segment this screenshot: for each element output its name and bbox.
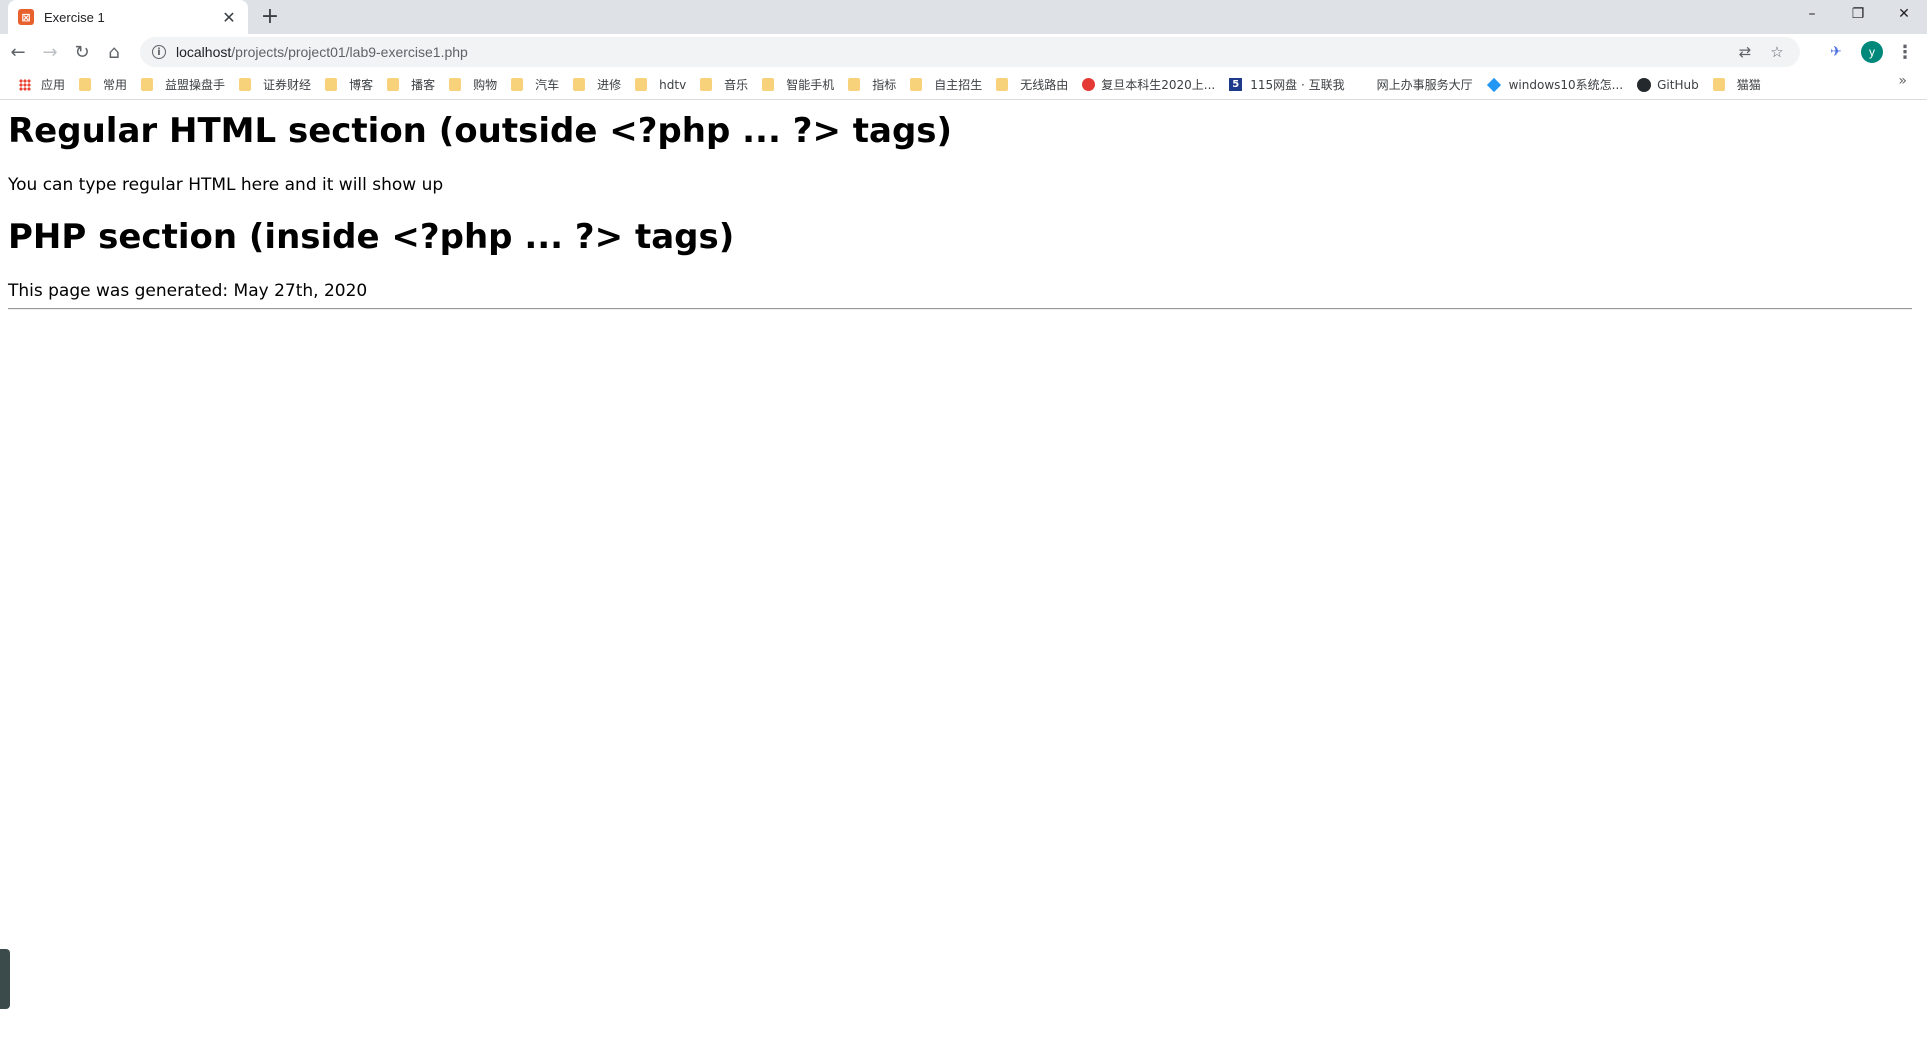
bookmark-link[interactable]: windows10系统怎... (1480, 73, 1631, 97)
bookmark-folder[interactable]: 常用 (72, 73, 134, 97)
paragraph-html-section: You can type regular HTML here and it wi… (8, 175, 444, 195)
folder-icon (700, 78, 713, 91)
bookmark-folder[interactable]: 购物 (442, 73, 504, 97)
extension-icon[interactable]: ✈ (1825, 41, 1847, 63)
bookmark-label: 无线路由 (1020, 78, 1069, 92)
bookmarks-overflow-icon[interactable]: » (1898, 73, 1907, 89)
folder-icon (635, 78, 648, 91)
new-tab-button[interactable]: + (258, 4, 282, 29)
home-button[interactable]: ⌂ (100, 38, 128, 66)
window-controls: – ❐ ✕ (1789, 0, 1927, 28)
bookmark-label: GitHub (1657, 77, 1699, 92)
avatar[interactable]: y (1861, 41, 1883, 63)
tab-title: Exercise 1 (44, 9, 105, 25)
bookmark-folder[interactable]: 无线路由 (989, 73, 1075, 97)
folder-icon (573, 78, 586, 91)
fudan-icon (1082, 78, 1096, 91)
reload-button[interactable]: ↻ (68, 38, 96, 66)
bookmark-label: 音乐 (724, 78, 749, 92)
extensions-area: ✈ y ⋮ (1825, 34, 1927, 70)
bookmark-label: 应用 (41, 78, 66, 92)
bookmark-label: 指标 (872, 78, 897, 92)
bookmark-label: 猫猫 (1736, 78, 1761, 92)
bookmark-folder[interactable]: 播客 (380, 73, 442, 97)
close-window-button[interactable]: ✕ (1881, 0, 1927, 28)
bookmark-label: 购物 (473, 78, 498, 92)
115-icon: 5 (1229, 78, 1243, 91)
heading-php-section: PHP section (inside <?php ... ?> tags) (8, 217, 735, 257)
bookmark-folder[interactable]: 证券财经 (232, 73, 318, 97)
github-icon (1637, 77, 1652, 92)
bookmark-label: 115网盘 · 互联我 (1250, 78, 1345, 92)
heading-html-section: Regular HTML section (outside <?php ... … (8, 111, 953, 151)
url-path: /projects/project01/lab9-exercise1.php (231, 44, 468, 60)
restore-button[interactable]: ❐ (1835, 0, 1881, 28)
bookmark-label: 播客 (411, 78, 436, 92)
bookmark-folder[interactable]: 自主招生 (903, 73, 989, 97)
menu-icon[interactable]: ⋮ (1896, 41, 1914, 63)
bookmark-folder[interactable]: 智能手机 (755, 73, 841, 97)
bookmark-apps[interactable]: 应用 (12, 73, 72, 97)
bookmark-folder[interactable]: 博客 (318, 73, 380, 97)
gem-icon (1486, 77, 1501, 92)
folder-icon (848, 78, 861, 91)
folder-icon (325, 78, 338, 91)
folder-icon (79, 78, 92, 91)
horizontal-rule (8, 308, 1912, 310)
forward-button[interactable]: → (36, 38, 64, 66)
bookmark-folder[interactable]: hdtv (628, 73, 693, 97)
page-content: Regular HTML section (outside <?php ... … (0, 101, 1927, 1040)
paragraph-generated-date: This page was generated: May 27th, 2020 (8, 281, 368, 301)
bookmark-folder[interactable]: 益盟操盘手 (134, 73, 232, 97)
url-host: localhost (176, 44, 232, 60)
bookmark-folder[interactable]: 指标 (841, 73, 903, 97)
back-button[interactable]: ← (4, 38, 32, 66)
bookmark-label: 网上办事服务大厅 (1376, 78, 1473, 92)
bookmark-label: 进修 (597, 78, 622, 92)
tab-strip: ⊠ Exercise 1 ✕ + – ❐ ✕ (0, 0, 1927, 34)
minimize-button[interactable]: – (1789, 0, 1835, 28)
folder-icon (910, 78, 923, 91)
folder-icon (996, 78, 1009, 91)
star-icon[interactable]: ☆ (1766, 41, 1788, 63)
bookmark-label: windows10系统怎... (1508, 78, 1624, 92)
bookmark-label: 智能手机 (786, 78, 835, 92)
translate-icon[interactable]: ⇄ (1734, 41, 1756, 63)
bookmark-folder[interactable]: 猫猫 (1706, 73, 1768, 97)
bookmark-label: 证券财经 (263, 78, 312, 92)
apps-icon (19, 78, 31, 91)
bookmark-link[interactable]: 复旦本科生2020上... (1075, 73, 1222, 97)
side-panel-handle[interactable] (0, 949, 10, 1009)
bookmarks-bar: 应用 常用 益盟操盘手 证券财经 博客 播客 购物 汽车 进修 hdtv 音乐 … (0, 70, 1927, 100)
bookmark-label: 汽车 (535, 78, 560, 92)
folder-icon (449, 78, 462, 91)
bookmark-link[interactable]: GitHub (1630, 73, 1706, 97)
bookmark-folder[interactable]: 汽车 (504, 73, 566, 97)
bookmark-label: 自主招生 (934, 78, 983, 92)
folder-icon (239, 78, 252, 91)
url-text[interactable]: localhost/projects/project01/lab9-exerci… (176, 44, 1724, 60)
info-icon[interactable]: i (152, 45, 166, 59)
bookmark-folder[interactable]: 进修 (566, 73, 628, 97)
bookmark-label: 常用 (103, 78, 128, 92)
address-bar[interactable]: i localhost/projects/project01/lab9-exer… (140, 37, 1800, 67)
bookmark-label: hdtv (659, 77, 687, 92)
bookmark-link[interactable]: 5 115网盘 · 互联我 (1222, 73, 1351, 97)
folder-icon (387, 78, 400, 91)
bookmark-link[interactable]: 网上办事服务大厅 (1370, 73, 1480, 97)
folder-icon (511, 78, 524, 91)
bookmark-label: 博客 (349, 78, 374, 92)
bookmark-folder[interactable]: 音乐 (693, 73, 755, 97)
close-tab-icon[interactable]: ✕ (220, 8, 238, 27)
tab-exercise-1[interactable]: ⊠ Exercise 1 ✕ (8, 0, 248, 34)
folder-icon (1712, 78, 1725, 91)
folder-icon (762, 78, 775, 91)
browser-toolbar: ← → ↻ ⌂ i localhost/projects/project01/l… (0, 34, 1927, 70)
folder-icon (141, 78, 154, 91)
bookmark-label: 复旦本科生2020上... (1101, 78, 1216, 92)
bookmark-label: 益盟操盘手 (165, 78, 226, 92)
xampp-icon: ⊠ (18, 9, 34, 25)
